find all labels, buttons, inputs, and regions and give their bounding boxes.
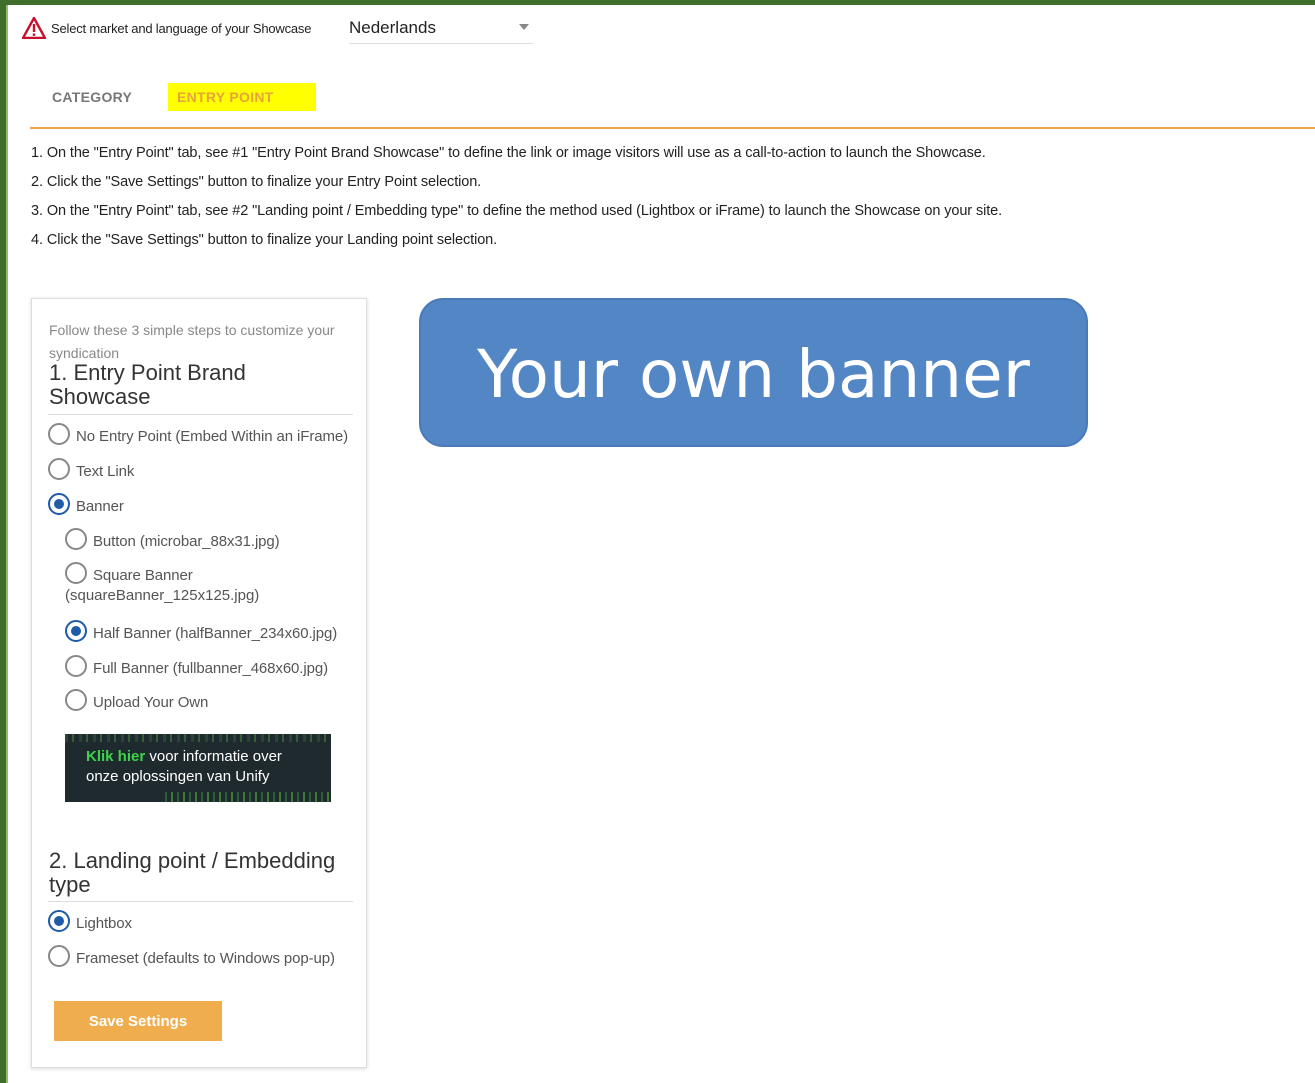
warning-triangle-icon — [22, 17, 46, 39]
instruction-item: 4. Click the "Save Settings" button to f… — [31, 232, 498, 248]
radio-frameset[interactable]: Frameset (defaults to Windows pop-up) — [48, 945, 335, 970]
section-title-entry-point: 1. Entry Point Brand Showcase — [49, 360, 246, 409]
radio-no-entry-point[interactable]: No Entry Point (Embed Within an iFrame) — [48, 423, 348, 448]
radio-button-microbar[interactable]: Button (microbar_88x31.jpg) — [65, 528, 280, 553]
instruction-item: 2. Click the "Save Settings" button to f… — [31, 174, 482, 190]
radio-label: Half Banner (halfBanner_234x60.jpg) — [93, 625, 338, 642]
radio-label: Frameset (defaults to Windows pop-up) — [76, 950, 335, 967]
radio-label: Square Banner — [93, 567, 193, 584]
promo-line1: voor informatie over — [145, 748, 282, 765]
language-select-value: Nederlands — [349, 17, 436, 37]
instruction-item: 1. On the "Entry Point" tab, see #1 "Ent… — [31, 145, 986, 161]
radio-label: Full Banner (fullbanner_468x60.jpg) — [93, 660, 328, 677]
instructions-list: 1. On the "Entry Point" tab, see #1 "Ent… — [31, 143, 1002, 259]
window-frame-left-inner — [6, 5, 8, 1083]
tab-underline — [30, 127, 1315, 129]
window-frame-top — [0, 0, 1315, 5]
promo-line2: onze oplossingen van Unify — [86, 768, 270, 785]
divider — [48, 414, 353, 415]
radio-button[interactable] — [65, 655, 87, 677]
divider — [48, 901, 353, 902]
banner-preview: Your own banner — [419, 298, 1088, 447]
radio-button[interactable] — [48, 945, 70, 967]
radio-label: Lightbox — [76, 915, 132, 932]
radio-button-checked[interactable] — [65, 620, 87, 642]
radio-label: Button (microbar_88x31.jpg) — [93, 533, 280, 550]
section-title-landing-point: 2. Landing point / Embedding type — [49, 848, 336, 897]
radio-full-banner[interactable]: Full Banner (fullbanner_468x60.jpg) — [65, 655, 328, 680]
promo-decoration — [165, 792, 331, 802]
radio-label: Upload Your Own — [93, 694, 209, 711]
radio-button-checked[interactable] — [48, 493, 70, 515]
radio-button[interactable] — [65, 562, 87, 584]
radio-button[interactable] — [48, 458, 70, 480]
radio-label-continued: (squareBanner_125x125.jpg) — [65, 587, 260, 604]
radio-button[interactable] — [48, 423, 70, 445]
instruction-item: 3. On the "Entry Point" tab, see #2 "Lan… — [31, 203, 1003, 219]
radio-text-link[interactable]: Text Link — [48, 458, 134, 483]
radio-button[interactable] — [65, 528, 87, 550]
radio-label: Text Link — [76, 463, 135, 480]
panel-intro: Follow these 3 simple steps to customize… — [49, 322, 335, 361]
radio-button[interactable] — [65, 689, 87, 711]
tab-entry-point[interactable]: ENTRY POINT — [168, 83, 316, 111]
chevron-down-icon — [519, 24, 529, 30]
market-selector-row: Select market and language of your Showc… — [22, 12, 533, 44]
radio-lightbox[interactable]: Lightbox — [48, 910, 132, 935]
promo-text: Klik hier voor informatie over onze oplo… — [86, 747, 331, 787]
promo-link[interactable]: Klik hier — [86, 748, 145, 765]
radio-half-banner[interactable]: Half Banner (halfBanner_234x60.jpg) — [65, 620, 337, 645]
settings-panel: Follow these 3 simple steps to customize… — [31, 298, 367, 1068]
market-label: Select market and language of your Showc… — [51, 20, 312, 36]
language-select[interactable]: Nederlands — [349, 12, 533, 44]
radio-banner[interactable]: Banner — [48, 493, 124, 518]
promo-decoration — [65, 734, 331, 742]
radio-label: Banner — [76, 498, 124, 515]
tab-category[interactable]: CATEGORY — [52, 89, 132, 105]
radio-label: No Entry Point (Embed Within an iFrame) — [76, 428, 349, 445]
save-settings-button[interactable]: Save Settings — [54, 1001, 222, 1041]
radio-button-checked[interactable] — [48, 910, 70, 932]
radio-upload-own[interactable]: Upload Your Own — [65, 689, 208, 714]
radio-square-banner[interactable]: Square Banner — [65, 562, 193, 587]
half-banner-preview[interactable]: Klik hier voor informatie over onze oplo… — [65, 734, 331, 802]
